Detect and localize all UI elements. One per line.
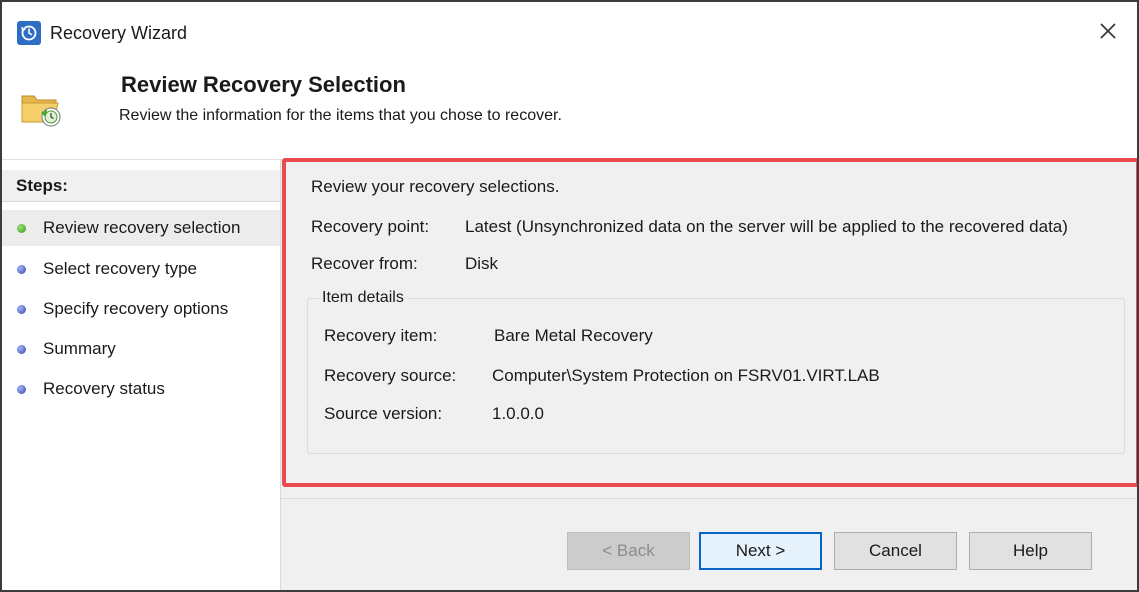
steps-heading: Steps: xyxy=(2,170,280,202)
step-review-recovery-selection[interactable]: Review recovery selection xyxy=(2,210,280,246)
item-details-title: Item details xyxy=(319,289,407,307)
source-version-label: Source version: xyxy=(324,404,443,423)
recovery-item-label: Recovery item: xyxy=(324,326,438,345)
intro-text: Review your recovery selections. xyxy=(311,177,560,196)
close-icon xyxy=(1100,23,1116,39)
help-button[interactable]: Help xyxy=(969,532,1092,570)
backup-clock-icon xyxy=(17,21,41,45)
recovery-wizard-window: Recovery Wizard Review Recovery Selectio… xyxy=(0,0,1139,592)
steps-panel: Steps: Review recovery selection Select … xyxy=(2,160,280,590)
recover-from-label: Recover from: xyxy=(311,254,418,273)
recover-from-value: Disk xyxy=(465,254,499,273)
content-panel: Review your recovery selections. Recover… xyxy=(280,160,1137,590)
title-bar: Recovery Wizard xyxy=(2,2,1137,54)
step-label: Summary xyxy=(43,339,116,358)
step-status-pending-icon xyxy=(17,384,26,394)
step-label: Recovery status xyxy=(43,379,165,398)
button-area-divider xyxy=(281,498,1137,499)
recovery-source-value: Computer\System Protection on FSRV01.VIR… xyxy=(492,366,880,385)
recovery-source-label: Recovery source: xyxy=(324,366,457,385)
step-recovery-status[interactable]: Recovery status xyxy=(2,371,280,407)
source-version-value: 1.0.0.0 xyxy=(492,404,544,423)
step-label: Review recovery selection xyxy=(43,218,241,237)
steps-heading-label: Steps: xyxy=(16,176,68,195)
window-title: Recovery Wizard xyxy=(50,23,188,43)
recovery-item-value: Bare Metal Recovery xyxy=(494,326,653,345)
back-button[interactable]: < Back xyxy=(567,532,690,570)
step-status-pending-icon xyxy=(17,264,26,274)
next-button[interactable]: Next > xyxy=(699,532,822,570)
page-subtitle: Review the information for the items tha… xyxy=(119,107,562,124)
step-status-current-icon xyxy=(17,223,26,233)
step-label: Select recovery type xyxy=(43,259,198,278)
folder-recovery-icon xyxy=(20,86,64,130)
close-button[interactable] xyxy=(1093,16,1123,46)
recovery-point-label: Recovery point: xyxy=(311,217,430,236)
page-title: Review Recovery Selection xyxy=(121,72,406,97)
step-status-pending-icon xyxy=(17,344,26,354)
step-status-pending-icon xyxy=(17,304,26,314)
cancel-button[interactable]: Cancel xyxy=(834,532,957,570)
step-select-recovery-type[interactable]: Select recovery type xyxy=(2,251,280,287)
step-specify-recovery-options[interactable]: Specify recovery options xyxy=(2,291,280,327)
step-summary[interactable]: Summary xyxy=(2,331,280,367)
recovery-point-value: Latest (Unsynchronized data on the serve… xyxy=(465,217,1068,236)
step-label: Specify recovery options xyxy=(43,299,229,318)
